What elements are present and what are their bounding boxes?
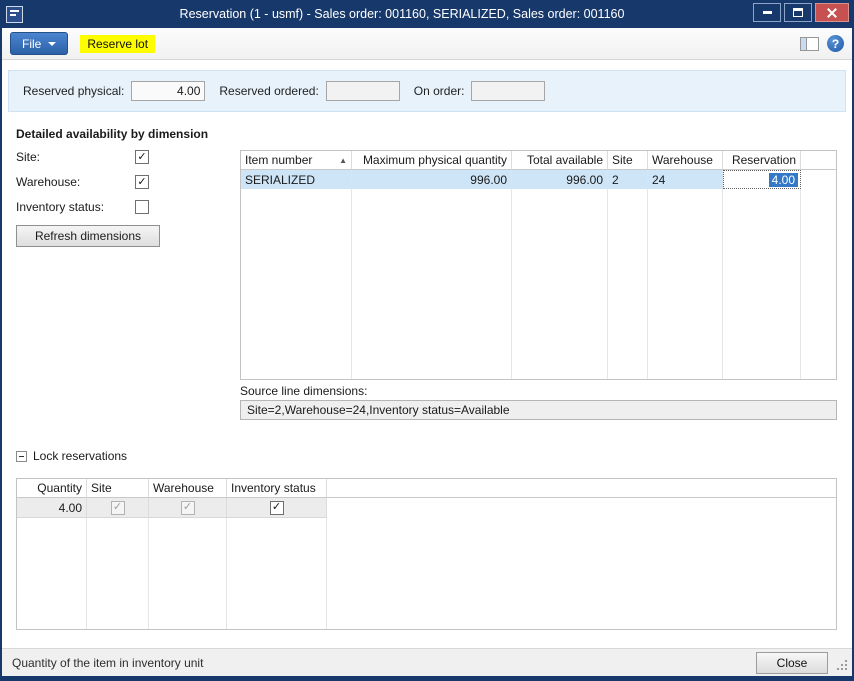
column-header-max-physical-quantity[interactable]: Maximum physical quantity: [352, 151, 512, 170]
lock-cell-warehouse: [149, 498, 227, 518]
grid-filler: [512, 189, 608, 379]
grid-filler: [801, 189, 836, 379]
on-order-group: On order:: [414, 81, 546, 101]
source-line-dimensions-label: Source line dimensions:: [240, 384, 367, 398]
lock-column-header-site[interactable]: Site: [87, 479, 149, 498]
refresh-dimensions-button[interactable]: Refresh dimensions: [16, 225, 160, 247]
lock-warehouse-checkbox: [181, 501, 195, 515]
summary-strip: Reserved physical: 4.00 Reserved ordered…: [8, 70, 846, 112]
lock-reservations-title: Lock reservations: [33, 449, 127, 463]
reservation-selected-text: 4.00: [769, 173, 798, 187]
column-header-item-number-label: Item number: [245, 153, 312, 167]
layout-pane-icon[interactable]: [800, 37, 819, 51]
cell-item-number[interactable]: SERIALIZED: [241, 170, 352, 189]
lock-reservations-header: Lock reservations: [16, 449, 127, 463]
lock-grid-filler: [327, 518, 836, 629]
reserved-physical-field[interactable]: 4.00: [131, 81, 205, 101]
grid-filler: [648, 189, 723, 379]
maximize-button[interactable]: [784, 3, 812, 22]
lock-grid-filler: [149, 518, 227, 629]
reservation-window: Reservation (1 - usmf) - Sales order: 00…: [0, 0, 854, 681]
column-header-reservation[interactable]: Reservation: [723, 151, 801, 170]
grid-filler: [723, 189, 801, 379]
reserved-physical-label: Reserved physical:: [23, 84, 124, 98]
lock-grid-filler: [227, 518, 327, 629]
lock-column-header-warehouse[interactable]: Warehouse: [149, 479, 227, 498]
collapse-icon[interactable]: [16, 451, 27, 462]
column-header-total-available[interactable]: Total available: [512, 151, 608, 170]
cell-site[interactable]: 2: [608, 170, 648, 189]
column-header-warehouse[interactable]: Warehouse: [648, 151, 723, 170]
sort-ascending-icon: ▲: [339, 156, 347, 165]
lock-reservations-grid: Quantity Site Warehouse Inventory status…: [16, 478, 837, 630]
reserved-ordered-field[interactable]: [326, 81, 400, 101]
close-icon: [826, 7, 838, 19]
lock-column-header-quantity[interactable]: Quantity: [17, 479, 87, 498]
menubar-right-icons: ?: [800, 35, 844, 52]
file-menu-button[interactable]: File: [10, 32, 68, 55]
cell-warehouse[interactable]: 24: [648, 170, 723, 189]
source-line-dimensions-value: Site=2,Warehouse=24,Inventory status=Ava…: [240, 400, 837, 420]
window-controls: [753, 3, 849, 22]
grid-filler: [608, 189, 648, 379]
cell-reservation-edit[interactable]: 4.00: [723, 170, 801, 189]
grid-filler: [241, 189, 352, 379]
app-icon: [6, 6, 23, 23]
close-window-button[interactable]: [815, 3, 849, 22]
lock-grid-filler: [17, 518, 87, 629]
inventory-status-filter-checkbox[interactable]: [135, 200, 149, 214]
close-button[interactable]: Close: [756, 652, 828, 674]
column-header-filler: [801, 151, 836, 170]
lock-column-header-filler: [327, 479, 836, 498]
cell-max-physical-quantity[interactable]: 996.00: [352, 170, 512, 189]
site-filter-row: Site:: [16, 149, 149, 165]
detailed-availability-title: Detailed availability by dimension: [16, 127, 208, 141]
form-content: Reserved physical: 4.00 Reserved ordered…: [2, 60, 852, 648]
reserved-physical-group: Reserved physical: 4.00: [23, 81, 205, 101]
column-header-site[interactable]: Site: [608, 151, 648, 170]
lock-cell-site: [87, 498, 149, 518]
menubar: File Reserve lot ?: [2, 28, 852, 60]
site-filter-checkbox[interactable]: [135, 150, 149, 164]
inventory-status-filter-row: Inventory status:: [16, 199, 149, 215]
help-icon[interactable]: ?: [827, 35, 844, 52]
site-filter-label: Site:: [16, 150, 40, 164]
reserved-ordered-label: Reserved ordered:: [219, 84, 318, 98]
cell-row-filler: [801, 170, 836, 189]
warehouse-filter-row: Warehouse:: [16, 174, 149, 190]
lock-grid-filler: [87, 518, 149, 629]
titlebar[interactable]: Reservation (1 - usmf) - Sales order: 00…: [2, 0, 852, 28]
status-text: Quantity of the item in inventory unit: [12, 656, 203, 670]
reserved-ordered-group: Reserved ordered:: [219, 81, 399, 101]
resize-grip-icon[interactable]: [845, 668, 847, 670]
file-menu-label: File: [22, 37, 41, 51]
on-order-label: On order:: [414, 84, 465, 98]
statusbar: Quantity of the item in inventory unit C…: [2, 648, 852, 676]
lock-cell-quantity[interactable]: 4.00: [17, 498, 87, 518]
lock-inventory-status-checkbox[interactable]: [270, 501, 284, 515]
inventory-status-filter-label: Inventory status:: [16, 200, 104, 214]
lock-column-header-inventory-status[interactable]: Inventory status: [227, 479, 327, 498]
cell-total-available[interactable]: 996.00: [512, 170, 608, 189]
maximize-icon: [793, 8, 803, 17]
warehouse-filter-checkbox[interactable]: [135, 175, 149, 189]
on-order-field[interactable]: [471, 81, 545, 101]
menu-item-reserve-lot[interactable]: Reserve lot: [80, 35, 155, 53]
grid-filler: [352, 189, 512, 379]
lock-site-checkbox: [111, 501, 125, 515]
chevron-down-icon: [48, 42, 56, 46]
minimize-icon: [763, 11, 772, 14]
lock-cell-inventory-status: [227, 498, 327, 518]
column-header-item-number[interactable]: Item number ▲: [241, 151, 352, 170]
window-title: Reservation (1 - usmf) - Sales order: 00…: [62, 7, 742, 21]
warehouse-filter-label: Warehouse:: [16, 175, 80, 189]
window-client-area: File Reserve lot ? Reserved physical: 4.…: [2, 28, 852, 676]
minimize-button[interactable]: [753, 3, 781, 22]
lock-row-filler: [327, 498, 836, 518]
availability-grid: Item number ▲ Maximum physical quantity …: [240, 150, 837, 380]
